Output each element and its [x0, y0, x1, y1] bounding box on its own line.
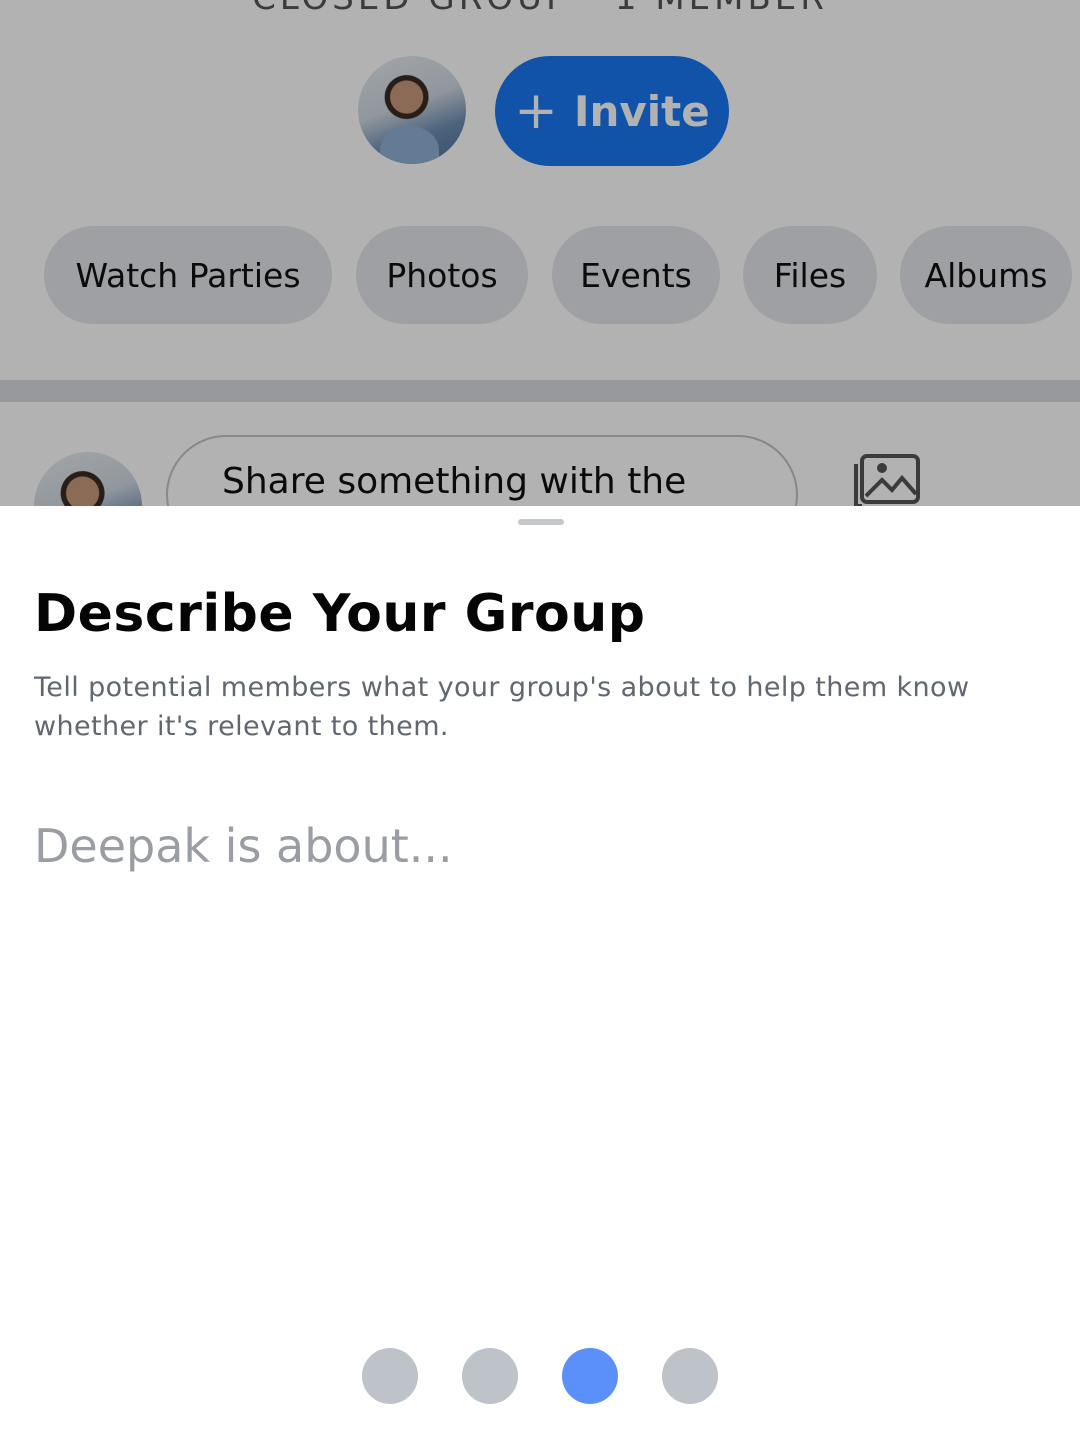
group-description-input[interactable]: [34, 806, 1044, 886]
sheet-title: Describe Your Group: [34, 584, 646, 644]
page-indicator: [0, 1348, 1080, 1404]
describe-group-sheet: Describe Your Group Tell potential membe…: [0, 506, 1080, 1440]
sheet-drag-handle[interactable]: [518, 519, 564, 525]
modal-scrim[interactable]: [0, 0, 1080, 506]
page-dot[interactable]: [362, 1348, 418, 1404]
page-dot[interactable]: [662, 1348, 718, 1404]
sheet-description: Tell potential members what your group's…: [34, 672, 970, 742]
page-dot[interactable]: [562, 1348, 618, 1404]
page-dot[interactable]: [462, 1348, 518, 1404]
